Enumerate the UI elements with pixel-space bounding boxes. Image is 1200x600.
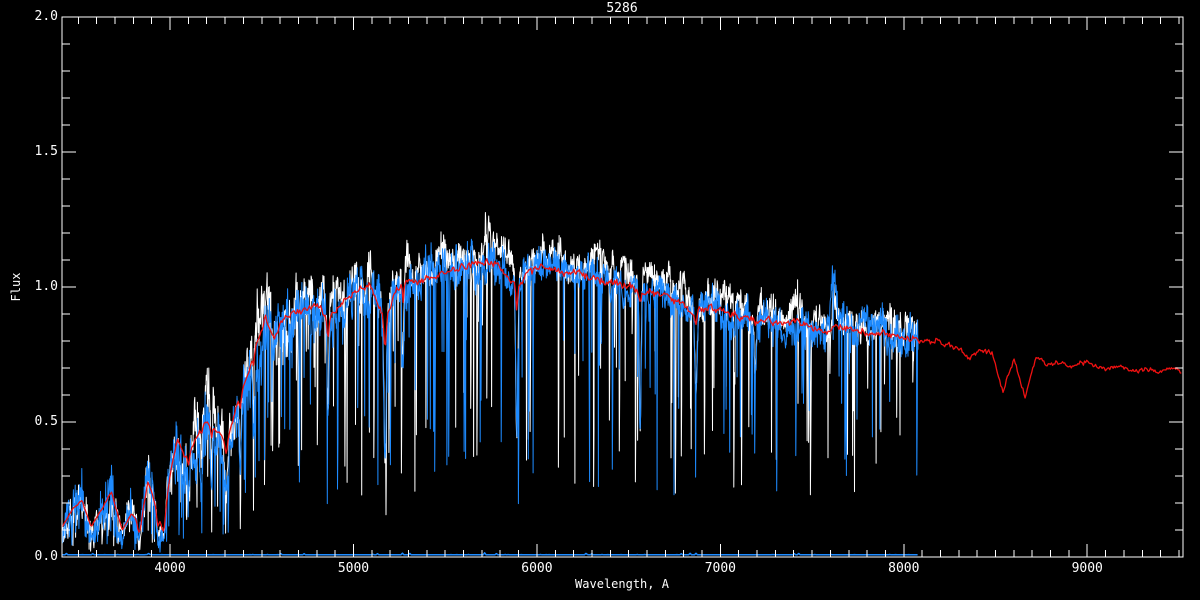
- x-tick-label: 7000: [705, 562, 736, 576]
- x-tick-label: 8000: [888, 562, 919, 576]
- x-tick-label: 4000: [154, 562, 185, 576]
- x-tick-label: 5000: [338, 562, 369, 576]
- template-spectrum-red: [62, 259, 1181, 533]
- observed-spectrum-blue: [62, 239, 918, 552]
- x-axis-label: Wavelength, A: [575, 577, 669, 591]
- y-tick-label: 1.5: [24, 145, 58, 159]
- x-tick-label: 6000: [521, 562, 552, 576]
- spectrum-plot-window: 5286 Wavelength, A Flux 4000 5000 6000 7000…: [0, 0, 1200, 600]
- y-tick-label: 2.0: [24, 10, 58, 24]
- plot-title: 5286: [606, 2, 637, 16]
- y-tick-label: 1.0: [24, 280, 58, 294]
- x-tick-label: 9000: [1072, 562, 1103, 576]
- y-tick-label: 0.0: [24, 550, 58, 564]
- error-spectrum-blue: [62, 553, 918, 555]
- plot-canvas: [0, 0, 1200, 600]
- y-axis-label: Flux: [9, 273, 23, 302]
- y-tick-label: 0.5: [24, 415, 58, 429]
